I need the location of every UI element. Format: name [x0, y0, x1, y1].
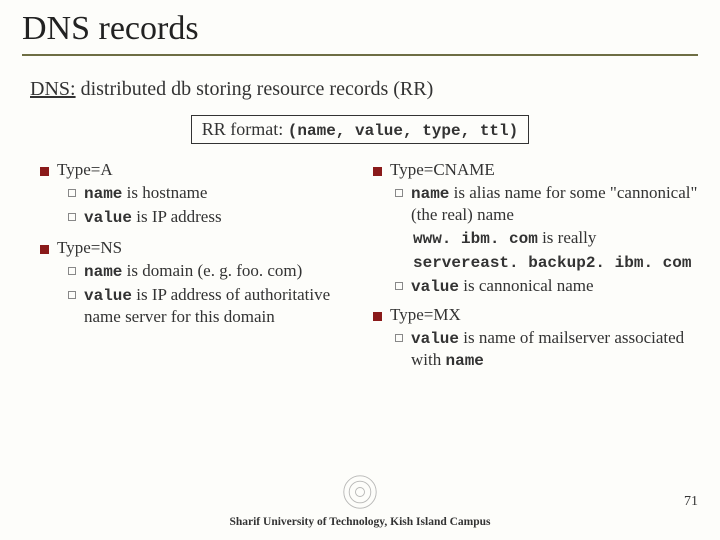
- code-name: name: [84, 263, 122, 281]
- bullet-open-icon: [395, 334, 403, 342]
- bullet-filled-icon: [40, 167, 49, 176]
- type-mx-label: Type=MX: [390, 305, 461, 325]
- code-example: www. ibm. com: [413, 230, 538, 248]
- type-ns-b1: name is domain (e. g. foo. com): [40, 260, 367, 282]
- left-column: Type=A name is hostname value is IP addr…: [40, 154, 367, 373]
- type-cname-label: Type=CNAME: [390, 160, 495, 180]
- bullet-open-icon: [395, 282, 403, 290]
- title-rule: [22, 54, 698, 56]
- bullet-filled-icon: [373, 167, 382, 176]
- subtitle-prefix: DNS:: [30, 78, 76, 100]
- rr-format-box: RR format: (name, value, type, ttl): [191, 115, 529, 144]
- rr-format-label: RR format:: [202, 119, 288, 139]
- text: is alias name for some "cannonical" (the…: [411, 183, 697, 224]
- type-a-head: Type=A: [40, 160, 367, 180]
- type-cname-b1: name is alias name for some "cannonical"…: [373, 182, 700, 225]
- type-a-label: Type=A: [57, 160, 113, 180]
- footer: Sharif University of Technology, Kish Is…: [0, 516, 720, 528]
- text: is cannonical name: [459, 276, 594, 295]
- bullet-open-icon: [68, 213, 76, 221]
- code-value: value: [411, 330, 459, 348]
- type-mx-head: Type=MX: [373, 305, 700, 325]
- text: is really: [538, 228, 597, 247]
- code-name: name: [84, 185, 122, 203]
- bullet-filled-icon: [373, 312, 382, 321]
- seal-icon: [342, 474, 378, 510]
- code-name: name: [445, 352, 483, 370]
- type-cname-ex2: servereast. backup2. ibm. com: [373, 251, 700, 273]
- text: is IP address: [132, 207, 222, 226]
- code-value: value: [84, 287, 132, 305]
- code-value: value: [84, 209, 132, 227]
- type-cname-head: Type=CNAME: [373, 160, 700, 180]
- text: is domain (e. g. foo. com): [122, 261, 302, 280]
- bullet-open-icon: [68, 267, 76, 275]
- subtitle-rest: distributed db storing resource records …: [76, 78, 434, 100]
- page-number: 71: [684, 494, 698, 510]
- right-column: Type=CNAME name is alias name for some "…: [373, 154, 700, 373]
- subtitle: DNS: distributed db storing resource rec…: [0, 60, 720, 107]
- text: is hostname: [122, 183, 207, 202]
- bullet-open-icon: [68, 291, 76, 299]
- code-name: name: [411, 185, 449, 203]
- type-ns-label: Type=NS: [57, 238, 122, 258]
- type-mx-b1: value is name of mailserver associated w…: [373, 327, 700, 371]
- type-a-b2: value is IP address: [40, 206, 367, 228]
- type-cname-ex1: www. ibm. com is really: [373, 227, 700, 249]
- type-a-b1: name is hostname: [40, 182, 367, 204]
- bullet-open-icon: [68, 189, 76, 197]
- bullet-open-icon: [395, 189, 403, 197]
- type-ns-b2: value is IP address of authoritative nam…: [40, 284, 367, 327]
- code-example: servereast. backup2. ibm. com: [413, 254, 691, 272]
- rr-format-tuple: (name, value, type, ttl): [288, 122, 518, 140]
- page-title: DNS records: [22, 10, 698, 48]
- type-ns-head: Type=NS: [40, 238, 367, 258]
- bullet-filled-icon: [40, 245, 49, 254]
- type-cname-b2: value is cannonical name: [373, 275, 700, 297]
- code-value: value: [411, 278, 459, 296]
